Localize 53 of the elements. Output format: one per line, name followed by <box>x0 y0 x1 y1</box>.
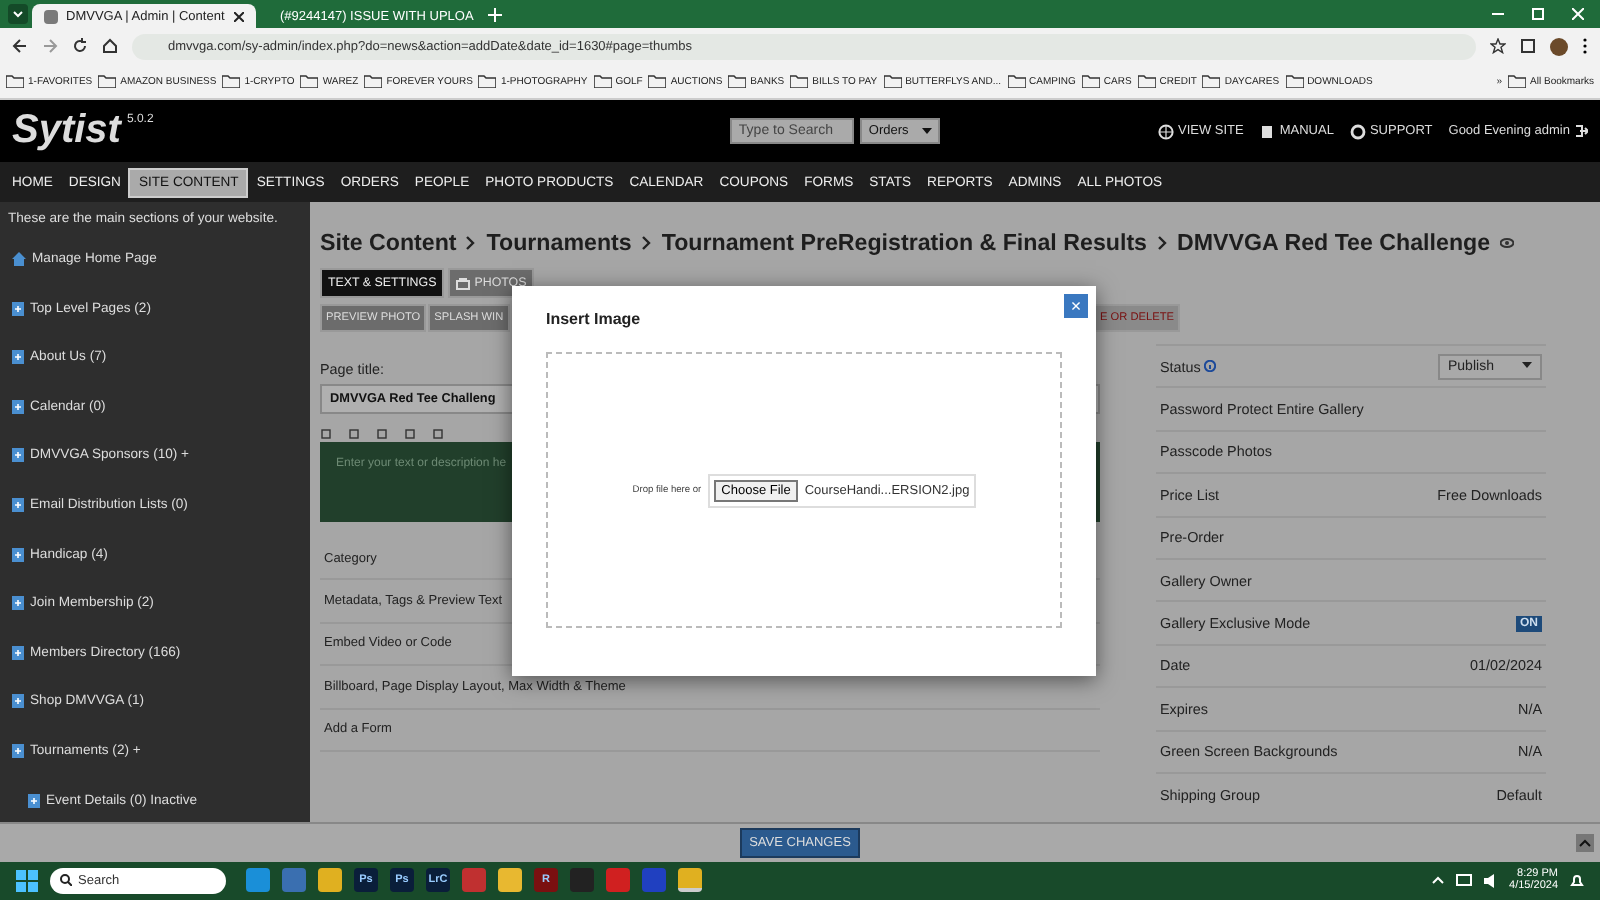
home-icon <box>12 251 26 266</box>
search-icon <box>60 874 72 887</box>
chevron-icon <box>1157 236 1168 250</box>
page-icon <box>28 793 40 807</box>
caret-icon <box>1522 362 1532 371</box>
page-icon <box>12 547 24 562</box>
minimize-icon[interactable] <box>1492 8 1504 20</box>
eye-icon[interactable] <box>1500 238 1515 248</box>
info-icon <box>1204 359 1217 372</box>
format-icon[interactable] <box>404 428 416 440</box>
page-icon <box>12 350 24 365</box>
logo: Sytist <box>12 108 121 154</box>
page-icon <box>12 399 24 414</box>
back-icon[interactable] <box>12 38 28 54</box>
breadcrumb-link[interactable]: Site Content <box>320 230 457 256</box>
maximize-icon[interactable] <box>1532 8 1544 20</box>
scroll-up-icon[interactable] <box>1576 834 1594 852</box>
home-icon[interactable] <box>102 38 118 54</box>
breadcrumb-current: DMVVGA Red Tee Challenge <box>1177 230 1491 256</box>
avatar-icon[interactable] <box>1550 37 1568 55</box>
close-button[interactable]: × <box>1064 294 1088 318</box>
logout-icon <box>1573 124 1588 138</box>
globe-icon <box>1157 123 1174 139</box>
page-icon <box>12 301 24 316</box>
dialog-title: Insert Image <box>546 310 643 328</box>
page-icon <box>12 743 24 758</box>
forward-icon[interactable] <box>42 38 58 54</box>
page-icon <box>12 596 24 611</box>
menu-icon[interactable] <box>1582 38 1588 54</box>
page-icon <box>12 645 24 660</box>
windows-logo-icon[interactable] <box>16 869 38 892</box>
chevron-up-icon[interactable] <box>1431 876 1444 885</box>
close-icon[interactable] <box>234 11 244 21</box>
caret-icon <box>922 127 933 135</box>
format-icon[interactable] <box>432 428 444 440</box>
bell-icon[interactable] <box>1570 873 1584 888</box>
page-icon <box>12 448 24 463</box>
format-icon[interactable] <box>348 428 360 440</box>
chevron-icon <box>466 236 477 250</box>
reload-icon[interactable] <box>72 38 88 54</box>
breadcrumb-link[interactable]: Tournament PreRegistration & Final Results <box>661 230 1148 256</box>
network-icon[interactable] <box>1455 873 1472 888</box>
format-icon[interactable] <box>320 428 332 440</box>
format-icon[interactable] <box>376 428 388 440</box>
chevron-icon <box>641 236 652 250</box>
page-icon <box>12 497 24 512</box>
speaker-icon[interactable] <box>1483 873 1498 888</box>
photos-icon <box>456 277 471 289</box>
new-tab-icon[interactable] <box>488 7 502 21</box>
dropdown-icon[interactable] <box>8 4 28 24</box>
breadcrumb-link[interactable]: Tournaments <box>486 230 632 256</box>
star-icon[interactable] <box>1490 38 1506 54</box>
page-icon <box>12 694 24 709</box>
